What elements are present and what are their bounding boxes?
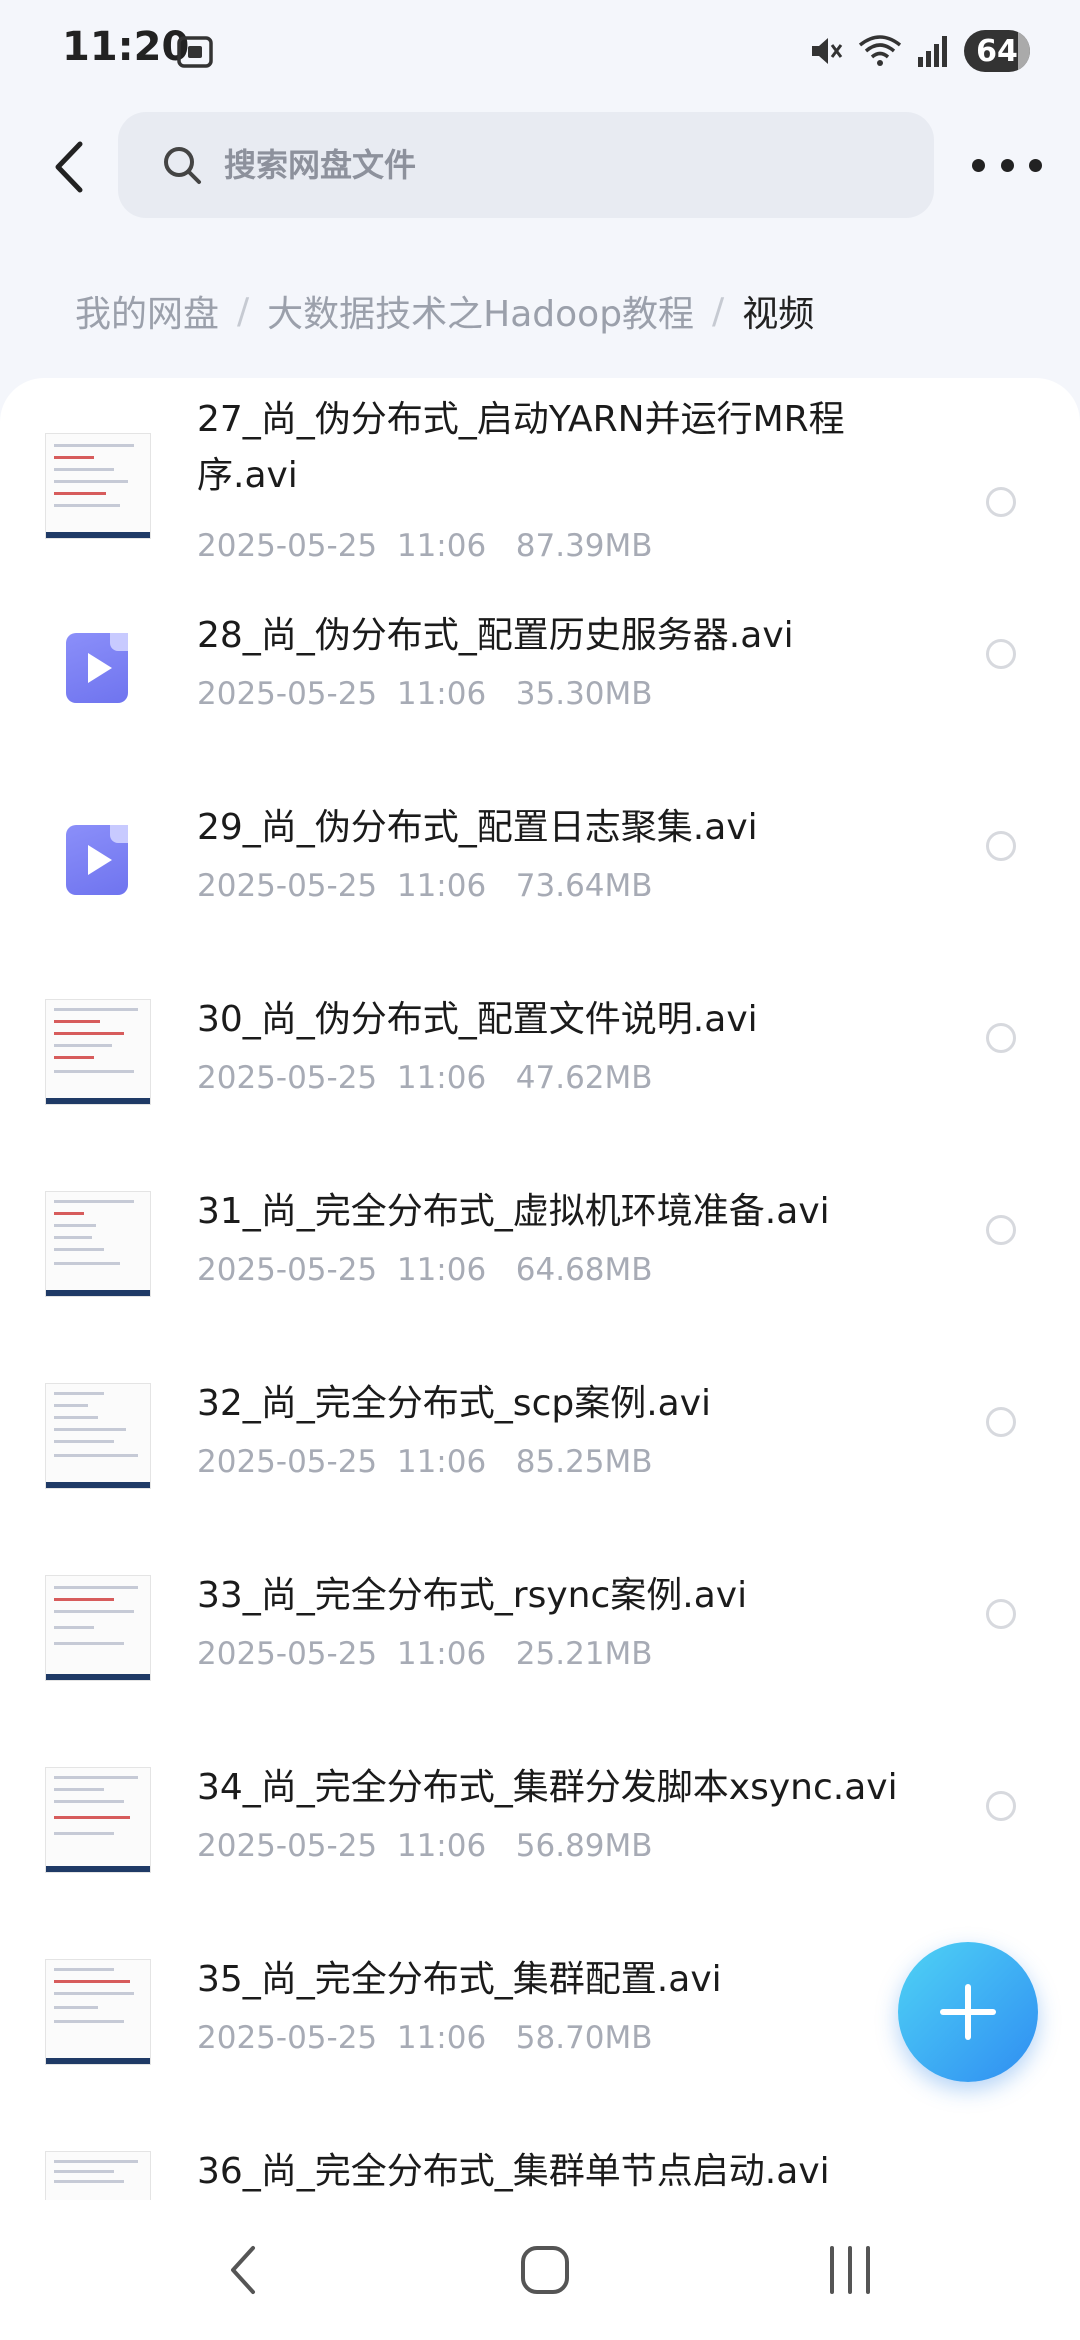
- file-name: 36_尚_完全分布式_集群单节点启动.avi: [197, 2151, 830, 2192]
- file-name: 28_尚_伪分布式_配置历史服务器.avi: [197, 615, 794, 656]
- file-thumbnail: [45, 1767, 151, 1873]
- search-input[interactable]: [222, 145, 826, 185]
- system-nav-bar: [0, 2200, 1080, 2340]
- breadcrumb: 我的网盘 / 大数据技术之Hadoop教程 / 视频: [75, 285, 814, 337]
- file-name: 34_尚_完全分布式_集群分发脚本xsync.avi: [197, 1767, 898, 1808]
- file-meta: 2025-05-25 11:06 56.89MB: [197, 1828, 653, 1864]
- file-meta: 2025-05-25 11:06 25.21MB: [197, 1636, 653, 1672]
- file-thumbnail: [45, 1383, 151, 1489]
- wifi-icon: [858, 35, 902, 66]
- select-radio[interactable]: [986, 1023, 1016, 1053]
- select-radio[interactable]: [986, 1599, 1016, 1629]
- select-radio[interactable]: [986, 639, 1016, 669]
- file-name: 31_尚_完全分布式_虚拟机环境准备.avi: [197, 1191, 830, 1232]
- file-meta: 2025-05-25 11:06 85.25MB: [197, 1444, 653, 1480]
- more-dot-icon: [1029, 158, 1042, 172]
- file-size: 25.21MB: [515, 1636, 653, 1672]
- file-row[interactable]: 28_尚_伪分布式_配置历史服务器.avi 2025-05-25 11:06 3…: [0, 570, 1080, 762]
- select-radio[interactable]: [986, 1215, 1016, 1245]
- nav-home-icon[interactable]: [505, 2230, 585, 2310]
- breadcrumb-separator: /: [712, 290, 725, 332]
- nav-back-icon[interactable]: [205, 2230, 285, 2310]
- select-radio[interactable]: [986, 487, 1016, 517]
- breadcrumb-item-root[interactable]: 我的网盘: [75, 285, 219, 337]
- file-date: 2025-05-25 11:06: [197, 528, 487, 564]
- file-date: 2025-05-25 11:06: [197, 676, 487, 712]
- file-name: 33_尚_完全分布式_rsync案例.avi: [197, 1575, 748, 1616]
- file-meta: 2025-05-25 11:06 47.62MB: [197, 1060, 653, 1096]
- video-file-icon: [66, 633, 128, 703]
- file-row[interactable]: 34_尚_完全分布式_集群分发脚本xsync.avi 2025-05-25 11…: [0, 1722, 1080, 1914]
- status-icons: 64: [808, 28, 1030, 74]
- file-thumbnail: [45, 1191, 151, 1297]
- breadcrumb-item-current: 视频: [742, 294, 815, 335]
- battery-level: 64: [976, 33, 1018, 69]
- select-radio[interactable]: [986, 831, 1016, 861]
- more-options-button[interactable]: [972, 140, 1042, 190]
- file-meta: 2025-05-25 11:06 87.39MB: [197, 528, 653, 564]
- select-radio[interactable]: [986, 1791, 1016, 1821]
- file-size: 58.70MB: [515, 2020, 653, 2056]
- file-row[interactable]: 27_尚_伪分布式_启动YARN并运行MR程序.avi 2025-05-25 1…: [0, 378, 1080, 570]
- video-file-icon: [66, 825, 128, 895]
- file-date: 2025-05-25 11:06: [197, 1444, 487, 1480]
- file-meta: 2025-05-25 11:06 35.30MB: [197, 676, 653, 712]
- mute-icon: [812, 38, 843, 64]
- more-dot-icon: [972, 158, 985, 172]
- back-button[interactable]: [38, 132, 108, 202]
- file-thumbnail: [45, 1959, 151, 2065]
- status-bar: 11:20 64: [0, 0, 1080, 100]
- file-size: 73.64MB: [515, 868, 653, 904]
- file-row[interactable]: 32_尚_完全分布式_scp案例.avi 2025-05-25 11:06 85…: [0, 1338, 1080, 1530]
- file-row[interactable]: 29_尚_伪分布式_配置日志聚集.avi 2025-05-25 11:06 73…: [0, 762, 1080, 954]
- file-thumbnail: [45, 1575, 151, 1681]
- file-size: 56.89MB: [515, 1828, 653, 1864]
- more-dot-icon: [1000, 158, 1014, 172]
- nav-recents-icon[interactable]: [810, 2230, 890, 2310]
- search-box[interactable]: [118, 112, 934, 218]
- file-date: 2025-05-25 11:06: [197, 1828, 487, 1864]
- file-size: 64.68MB: [515, 1252, 653, 1288]
- file-thumbnail: [45, 999, 151, 1105]
- search-icon: [164, 147, 201, 184]
- file-list: 27_尚_伪分布式_启动YARN并运行MR程序.avi 2025-05-25 1…: [0, 378, 1080, 2220]
- file-row[interactable]: 30_尚_伪分布式_配置文件说明.avi 2025-05-25 11:06 47…: [0, 954, 1080, 1146]
- file-name: 35_尚_完全分布式_集群配置.avi: [197, 1959, 722, 2000]
- file-size: 87.39MB: [515, 528, 653, 564]
- status-time: 11:20: [62, 24, 190, 70]
- file-meta: 2025-05-25 11:06 73.64MB: [197, 868, 653, 904]
- file-row[interactable]: 31_尚_完全分布式_虚拟机环境准备.avi 2025-05-25 11:06 …: [0, 1146, 1080, 1338]
- breadcrumb-item-folder[interactable]: 大数据技术之Hadoop教程: [267, 285, 694, 337]
- breadcrumb-separator: /: [237, 290, 250, 332]
- file-name: 27_尚_伪分布式_启动YARN并运行MR程序.avi: [197, 399, 845, 496]
- file-size: 85.25MB: [515, 1444, 653, 1480]
- add-button[interactable]: [898, 1942, 1038, 2082]
- signal-icon: [918, 36, 947, 67]
- file-row[interactable]: 33_尚_完全分布式_rsync案例.avi 2025-05-25 11:06 …: [0, 1530, 1080, 1722]
- file-size: 35.30MB: [515, 676, 653, 712]
- file-thumbnail: [45, 433, 151, 539]
- file-date: 2025-05-25 11:06: [197, 2020, 487, 2056]
- file-date: 2025-05-25 11:06: [197, 1060, 487, 1096]
- battery-indicator: 64: [964, 30, 1030, 72]
- file-name: 32_尚_完全分布式_scp案例.avi: [197, 1383, 712, 1424]
- file-date: 2025-05-25 11:06: [197, 1252, 487, 1288]
- file-meta: 2025-05-25 11:06 64.68MB: [197, 1252, 653, 1288]
- file-meta: 2025-05-25 11:06 58.70MB: [197, 2020, 653, 2056]
- top-bar: [0, 110, 1080, 220]
- file-size: 47.62MB: [515, 1060, 653, 1096]
- file-name: 29_尚_伪分布式_配置日志聚集.avi: [197, 807, 758, 848]
- screenshot-icon: [177, 36, 213, 68]
- select-radio[interactable]: [986, 1407, 1016, 1437]
- file-date: 2025-05-25 11:06: [197, 1636, 487, 1672]
- file-name: 30_尚_伪分布式_配置文件说明.avi: [197, 999, 758, 1040]
- file-date: 2025-05-25 11:06: [197, 868, 487, 904]
